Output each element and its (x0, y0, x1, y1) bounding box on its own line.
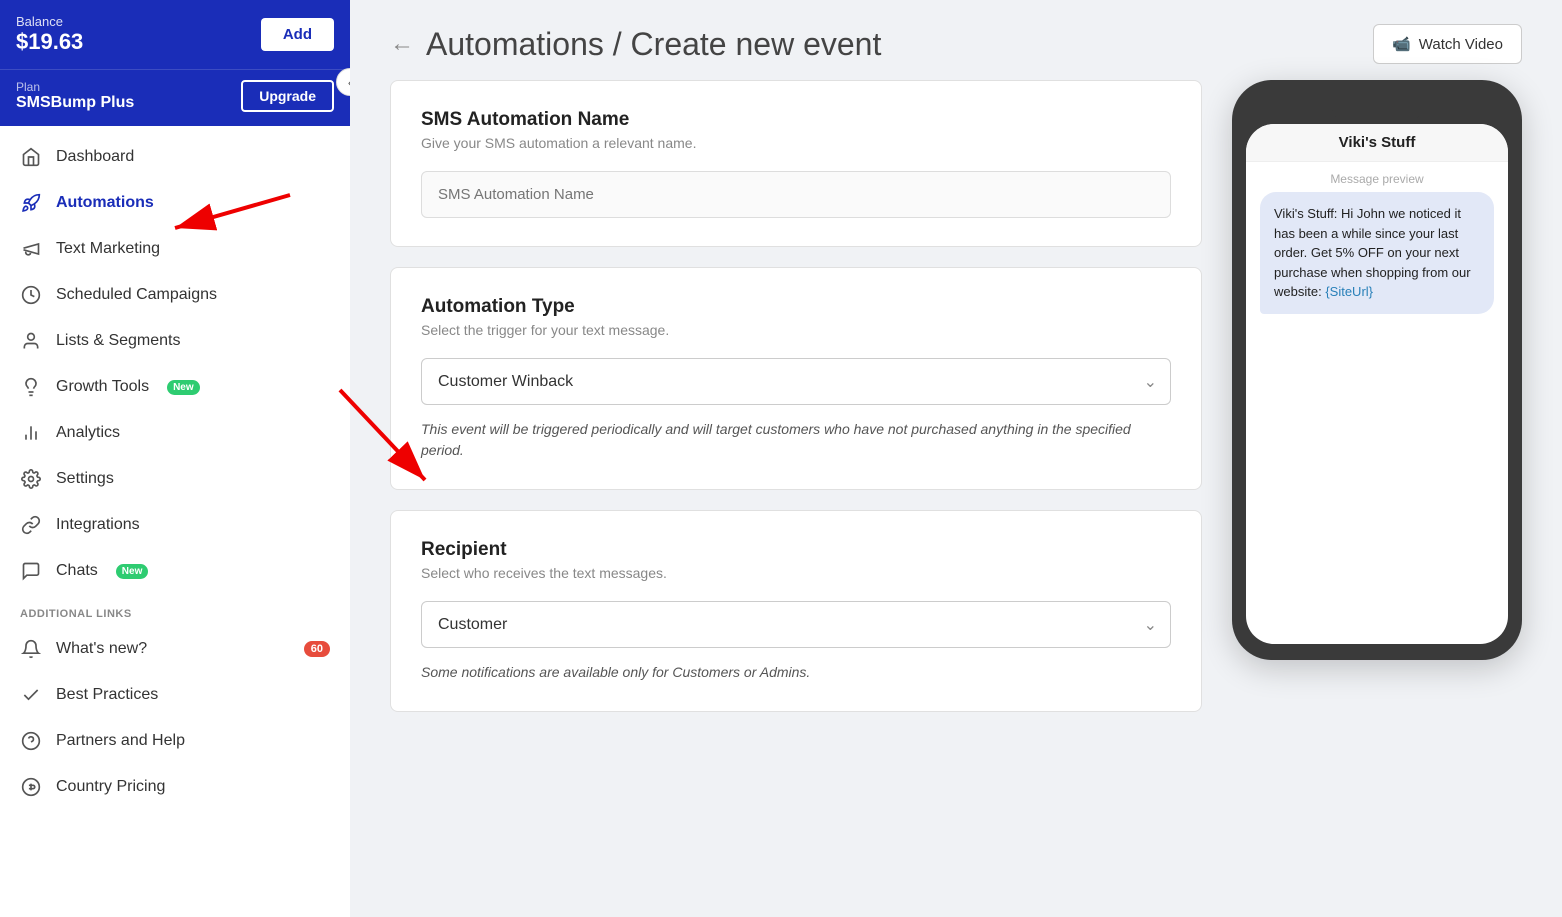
home-icon (20, 146, 42, 168)
additional-links-label: ADDITIONAL LINKS (0, 594, 350, 626)
chats-badge: New (116, 564, 149, 579)
video-icon: 📹 (1392, 35, 1411, 53)
recipient-section-title: Recipient (421, 539, 1171, 561)
page-header: ← Automations / Create new event 📹 Watch… (350, 0, 1562, 80)
message-preview-label: Message preview (1246, 162, 1508, 192)
sidebar-item-chats[interactable]: Chats New (0, 548, 350, 594)
sidebar-item-lists-segments[interactable]: Lists & Segments (0, 318, 350, 364)
help-icon (20, 730, 42, 752)
type-section: Automation Type Select the trigger for y… (390, 267, 1202, 490)
bulb-icon (20, 376, 42, 398)
form-area: SMS Automation Name Give your SMS automa… (390, 80, 1202, 732)
recipient-section-subtitle: Select who receives the text messages. (421, 565, 1171, 581)
back-arrow[interactable]: ← (390, 30, 414, 58)
sidebar-label-scheduled-campaigns: Scheduled Campaigns (56, 286, 217, 304)
sidebar-label-lists-segments: Lists & Segments (56, 332, 181, 350)
site-url: {SiteUrl} (1325, 284, 1373, 299)
sidebar-item-scheduled-campaigns[interactable]: Scheduled Campaigns (0, 272, 350, 318)
recipient-section: Recipient Select who receives the text m… (390, 510, 1202, 712)
sidebar-label-settings: Settings (56, 470, 114, 488)
main-content: ← Automations / Create new event 📹 Watch… (350, 0, 1562, 917)
sidebar-label-dashboard: Dashboard (56, 148, 134, 166)
sidebar-label-partners-help: Partners and Help (56, 732, 185, 750)
phone-frame: Viki's Stuff Message preview Viki's Stuf… (1232, 80, 1522, 660)
chat-icon (20, 560, 42, 582)
automation-name-input[interactable] (421, 171, 1171, 218)
sidebar-item-settings[interactable]: Settings (0, 456, 350, 502)
bell-icon (20, 638, 42, 660)
sidebar-item-integrations[interactable]: Integrations (0, 502, 350, 548)
sidebar-label-whats-new: What's new? (56, 640, 147, 658)
sidebar-label-country-pricing: Country Pricing (56, 778, 165, 796)
sidebar: Balance $19.63 Add Plan SMSBump Plus Upg… (0, 0, 350, 917)
phone-store-name: Viki's Stuff (1246, 124, 1508, 162)
sidebar-item-best-practices[interactable]: Best Practices (0, 672, 350, 718)
phone-inner: Viki's Stuff Message preview Viki's Stuf… (1246, 124, 1508, 644)
link-icon (20, 514, 42, 536)
sidebar-item-growth-tools[interactable]: Growth Tools New (0, 364, 350, 410)
sidebar-label-integrations: Integrations (56, 516, 140, 534)
sidebar-nav: Dashboard Automations Text Marketing Sch… (0, 126, 350, 917)
add-button[interactable]: Add (261, 18, 334, 51)
phone-preview: Viki's Stuff Message preview Viki's Stuf… (1232, 80, 1522, 732)
megaphone-icon (20, 238, 42, 260)
sidebar-item-analytics[interactable]: Analytics (0, 410, 350, 456)
watch-video-button[interactable]: 📹 Watch Video (1373, 24, 1522, 64)
type-description: This event will be triggered periodicall… (421, 419, 1171, 461)
sidebar-item-dashboard[interactable]: Dashboard (0, 134, 350, 180)
recipient-note: Some notifications are available only fo… (421, 662, 1171, 683)
plan-label: Plan (16, 80, 134, 94)
sidebar-label-text-marketing: Text Marketing (56, 240, 160, 258)
type-section-subtitle: Select the trigger for your text message… (421, 322, 1171, 338)
sidebar-label-automations: Automations (56, 194, 154, 212)
balance-label: Balance (16, 14, 83, 29)
plan-info: Plan SMSBump Plus (16, 80, 134, 112)
balance-amount: $19.63 (16, 29, 83, 55)
sidebar-label-growth-tools: Growth Tools (56, 378, 149, 396)
chart-icon (20, 422, 42, 444)
phone-notch-bar (1246, 96, 1508, 124)
sidebar-label-best-practices: Best Practices (56, 686, 158, 704)
rocket-icon (20, 192, 42, 214)
automation-type-select[interactable]: Customer Winback Abandoned Cart Welcome … (421, 358, 1171, 405)
whats-new-count: 60 (304, 641, 330, 657)
main-body: SMS Automation Name Give your SMS automa… (350, 80, 1562, 772)
check-icon (20, 684, 42, 706)
message-bubble: Viki's Stuff: Hi John we noticed it has … (1260, 192, 1494, 314)
sidebar-label-analytics: Analytics (56, 424, 120, 442)
sidebar-item-text-marketing[interactable]: Text Marketing (0, 226, 350, 272)
name-section-subtitle: Give your SMS automation a relevant name… (421, 135, 1171, 151)
watch-video-label: Watch Video (1419, 36, 1503, 53)
recipient-select-wrapper: Customer Admin ⌄ (421, 601, 1171, 648)
sidebar-item-country-pricing[interactable]: Country Pricing (0, 764, 350, 810)
upgrade-button[interactable]: Upgrade (241, 80, 334, 112)
person-icon (20, 330, 42, 352)
name-section-title: SMS Automation Name (421, 109, 1171, 131)
automation-type-wrapper: Customer Winback Abandoned Cart Welcome … (421, 358, 1171, 405)
type-section-title: Automation Type (421, 296, 1171, 318)
gear-icon (20, 468, 42, 490)
growth-tools-badge: New (167, 380, 200, 395)
plan-name: SMSBump Plus (16, 94, 134, 112)
phone-notch (1332, 99, 1422, 121)
sidebar-item-whats-new[interactable]: What's new? 60 (0, 626, 350, 672)
recipient-select[interactable]: Customer Admin (421, 601, 1171, 648)
sidebar-item-partners-help[interactable]: Partners and Help (0, 718, 350, 764)
breadcrumb: ← Automations / Create new event (390, 26, 881, 63)
clock-icon (20, 284, 42, 306)
dollar-icon (20, 776, 42, 798)
page-title: Automations / Create new event (426, 26, 881, 63)
sidebar-item-automations[interactable]: Automations (0, 180, 350, 226)
balance-section: Balance $19.63 (16, 14, 83, 55)
name-section: SMS Automation Name Give your SMS automa… (390, 80, 1202, 247)
sidebar-label-chats: Chats (56, 562, 98, 580)
plan-section: Plan SMSBump Plus Upgrade (0, 69, 350, 126)
sidebar-top: Balance $19.63 Add (0, 0, 350, 69)
